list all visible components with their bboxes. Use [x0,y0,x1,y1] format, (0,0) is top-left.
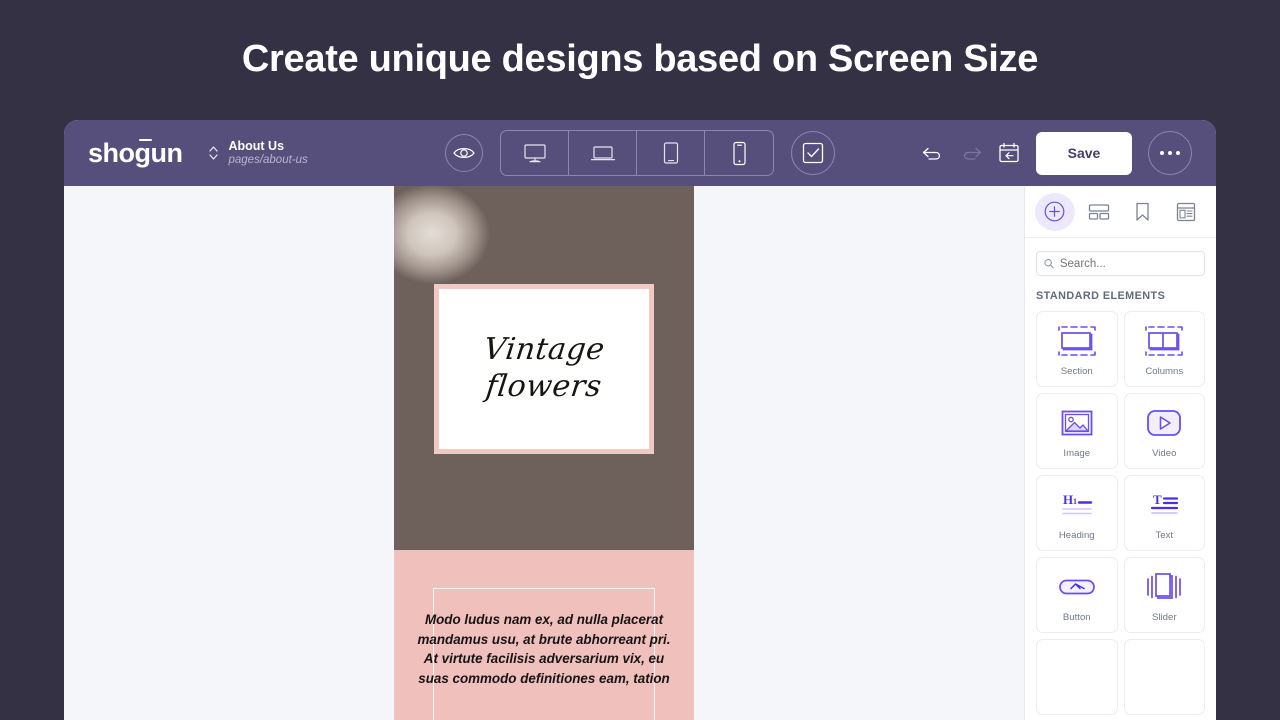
panel-tab-add[interactable] [1035,192,1075,231]
undo-button[interactable] [922,144,944,162]
svg-text:T: T [1153,492,1162,507]
elements-panel: STANDARD ELEMENTS Section [1024,186,1216,720]
shogun-logo[interactable]: shogun [88,137,183,168]
device-size-group [500,130,774,176]
shogun-app-window: shogun About Us pages/about-us Save Vint… [64,120,1216,720]
element-label: Video [1152,448,1177,459]
page-selector[interactable]: About Us pages/about-us [208,139,308,167]
bookmark-icon [1136,202,1149,221]
element-label: Slider [1151,612,1177,623]
element-card-video[interactable]: Video [1123,393,1205,469]
image-icon [1057,403,1097,443]
search-area [1025,238,1216,276]
video-play-icon [1143,403,1185,443]
hero-title-line1: Vintage [481,332,607,368]
mobile-phone-icon [732,141,746,165]
redo-button[interactable] [960,144,982,162]
svg-text:H: H [1063,492,1073,507]
element-card-columns[interactable]: Columns [1123,311,1205,387]
mobile-preview-frame[interactable]: Vintage flowers Modo ludus nam ex, ad nu… [394,186,694,720]
element-label: Button [1062,612,1091,623]
page-path: pages/about-us [228,153,308,166]
columns-icon [1142,321,1186,361]
more-options-button[interactable] [1148,131,1192,175]
checkbox-checked-icon [802,142,824,164]
section-icon [1055,321,1099,361]
publish-check-button[interactable] [791,131,835,175]
element-card-partial-left[interactable] [1036,639,1118,715]
panel-tab-saved[interactable] [1123,193,1163,231]
preview-button[interactable] [445,134,483,172]
element-label: Image [1063,448,1091,459]
page-headline: Create unique designs based on Screen Si… [241,38,1039,80]
body-paragraph: Modo ludus nam ex, ad nulla placerat man… [417,612,671,687]
calendar-schedule-icon [999,142,1019,163]
search-box[interactable] [1036,251,1205,276]
macron-mark [139,138,152,141]
slider-carousel-icon [1142,567,1186,607]
element-label: Text [1155,530,1174,541]
top-toolbar: shogun About Us pages/about-us Save [64,120,1216,186]
element-card-button[interactable]: Button [1036,557,1118,633]
device-button-mobile[interactable] [705,131,773,175]
page-name: About Us [228,139,285,154]
toolbar-right-group: Save [922,131,1192,175]
panel-tab-bar [1025,186,1216,238]
search-icon [1044,258,1054,269]
chevron-updown-icon [209,146,219,160]
heading-h1-icon: H 1 [1055,485,1099,525]
element-label: Heading [1058,530,1095,541]
element-card-text[interactable]: T Text [1123,475,1205,551]
element-card-heading[interactable]: H 1 Heading [1036,475,1118,551]
laptop-icon [590,146,615,161]
desktop-monitor-icon [523,144,546,163]
eye-icon [453,148,475,158]
search-input[interactable] [1059,257,1197,270]
element-card-section[interactable]: Section [1036,311,1118,387]
tablet-icon [663,142,678,164]
device-button-desktop[interactable] [501,131,569,175]
element-card-slider[interactable]: Slider [1123,557,1205,633]
app-body: Vintage flowers Modo ludus nam ex, ad nu… [64,186,1216,720]
panel-tab-templates[interactable] [1166,193,1206,231]
layout-rows-icon [1088,203,1109,220]
svg-text:1: 1 [1073,497,1077,506]
hero-title-line2: flowers [484,369,604,404]
text-lines-icon: T [1142,485,1186,525]
elements-grid: Section Columns Image Video H 1 Heading … [1025,311,1216,715]
redo-arrow-icon [963,147,982,160]
page-template-icon [1176,202,1196,221]
panel-tab-layers[interactable] [1079,193,1119,231]
schedule-button[interactable] [998,142,1020,164]
element-card-partial-right[interactable] [1123,639,1205,715]
toolbar-center-group [445,130,835,176]
element-label: Section [1060,366,1093,377]
hero-title-card[interactable]: Vintage flowers [434,284,654,454]
hero-image[interactable]: Vintage flowers [394,186,694,550]
pink-text-section[interactable]: Modo ludus nam ex, ad nulla placerat man… [394,550,694,720]
device-button-tablet[interactable] [637,131,705,175]
editor-canvas[interactable]: Vintage flowers Modo ludus nam ex, ad nu… [64,186,1024,720]
element-label: Columns [1145,366,1184,377]
standard-elements-label: STANDARD ELEMENTS [1036,290,1166,302]
button-pill-icon [1054,567,1100,607]
element-card-image[interactable]: Image [1036,393,1118,469]
brand-text: shogun [88,137,183,168]
undo-arrow-icon [922,147,941,160]
three-dots-icon [1160,151,1164,155]
plus-circle-icon [1044,201,1065,222]
save-button[interactable]: Save [1036,131,1132,175]
device-button-laptop[interactable] [569,131,637,175]
